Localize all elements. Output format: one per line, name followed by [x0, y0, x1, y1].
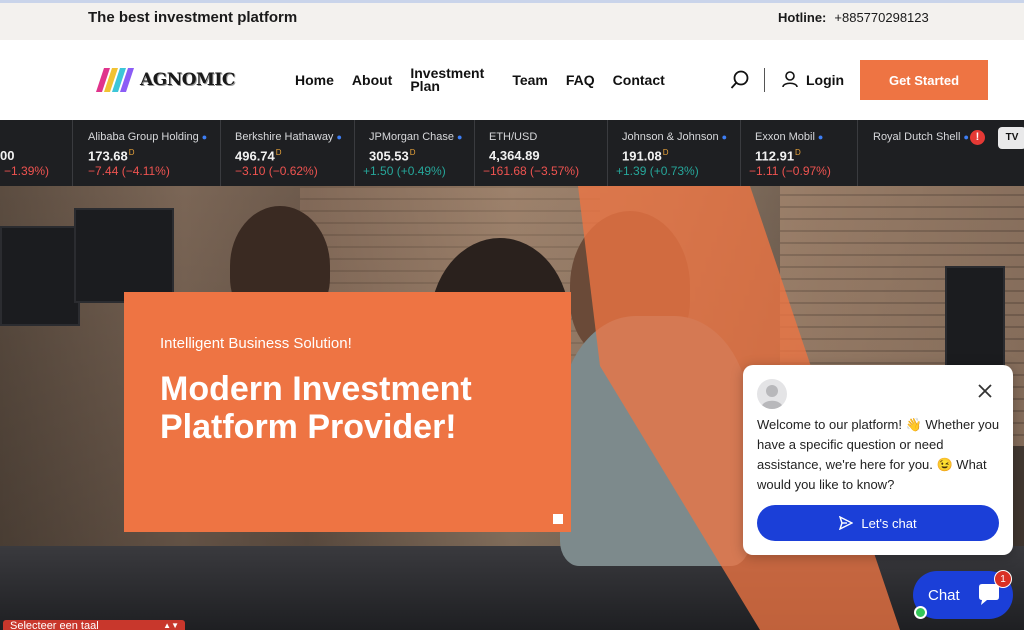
ticker-item[interactable]: Alibaba Group Holding ● 173.68D −7.44 (−4… [73, 120, 221, 186]
dot-icon: ● [817, 132, 824, 142]
hero-subtitle: Intelligent Business Solution! [160, 335, 352, 352]
tradingview-logo-icon[interactable]: TV [998, 127, 1024, 149]
ticker-price: 4,364.89 [489, 148, 540, 163]
nav-item-home[interactable]: Home [295, 73, 334, 87]
ticker-item[interactable]: JPMorgan Chase ● 305.53D +1.50 (+0.49%) [355, 120, 475, 186]
tagline: The best investment platform [88, 9, 298, 26]
ticker-name: Berkshire Hathaway ● [235, 131, 342, 143]
hotline: Hotline: +885770298123 [778, 10, 929, 25]
ticker-item[interactable]: Berkshire Hathaway ● 496.74D −3.10 (−0.62… [221, 120, 355, 186]
ticker-price-value: 305.53 [369, 148, 409, 164]
ticker-price-suffix: D [275, 148, 282, 157]
login-label: Login [806, 71, 845, 88]
search-icon[interactable] [730, 70, 750, 90]
lets-chat-label: Let's chat [861, 515, 917, 531]
ticker-price: 00 [0, 148, 15, 163]
nav-item-faq[interactable]: FAQ [566, 73, 595, 87]
ticker-name-text: Berkshire Hathaway [235, 131, 334, 143]
ticker-price: 305.53D [369, 148, 416, 163]
ticker-price: 173.68D [88, 148, 135, 163]
chat-launcher-label: Chat [928, 586, 960, 604]
online-status-icon [914, 606, 927, 619]
square-icon [553, 514, 563, 524]
ticker-name: Royal Dutch Shell ● [873, 131, 969, 143]
hero-title: Modern Investment Platform Provider! [160, 370, 472, 446]
dot-icon: ● [336, 132, 342, 142]
ticker-price-value: 191.08 [622, 148, 662, 164]
close-icon[interactable] [977, 383, 993, 399]
lets-chat-button[interactable]: Let's chat [757, 505, 999, 541]
ticker-name-text: Exxon Mobil [755, 131, 815, 143]
main-nav: AGNOMIC Home About Investment Plan Team … [0, 40, 1024, 120]
user-icon [782, 71, 798, 88]
ticker-change: +1.39 (+0.73%) [616, 164, 699, 178]
ticker-name: ETH/USD [489, 131, 538, 143]
ticker-name: JPMorgan Chase ● [369, 131, 462, 143]
send-icon [839, 516, 854, 530]
logo-text: AGNOMIC [140, 70, 235, 90]
ticker-change: −1.39%) [4, 164, 50, 178]
dot-icon: ● [721, 132, 728, 142]
agent-avatar [757, 379, 787, 409]
ticker-name: Exxon Mobil ● [755, 131, 823, 143]
ticker-price-suffix: D [662, 148, 669, 157]
language-selector-label: Selecteer een taal [10, 620, 99, 630]
ticker-change: −1.11 (−0.97%) [749, 164, 831, 178]
nav-item-about[interactable]: About [352, 73, 392, 87]
dot-icon: ● [201, 132, 208, 142]
nav-item-contact[interactable]: Contact [613, 73, 665, 87]
ticker-item[interactable]: Exxon Mobil ● 112.91D −1.11 (−0.97%) [741, 120, 858, 186]
ticker-name: Johnson & Johnson ● [622, 131, 727, 143]
ticker-change: −3.10 (−0.62%) [235, 164, 318, 178]
dot-icon: ● [457, 132, 463, 142]
ticker-price-suffix: D [409, 148, 416, 157]
ticker-name-text: Alibaba Group Holding [88, 131, 199, 143]
nav-item-investment-plan[interactable]: Investment Plan [410, 66, 494, 93]
ticker-price-value: 112.91 [755, 148, 795, 164]
ticker-name-text: Johnson & Johnson [622, 131, 719, 143]
hotline-label: Hotline: [778, 10, 827, 25]
hotline-number[interactable]: +885770298123 [834, 10, 928, 25]
logo[interactable]: AGNOMIC [96, 67, 235, 93]
ticker-item[interactable]: Johnson & Johnson ● 191.08D +1.39 (+0.73%… [608, 120, 741, 186]
ticker-price: 496.74D [235, 148, 282, 163]
alert-icon: ! [970, 130, 985, 145]
avatar-icon [761, 385, 783, 409]
login-link[interactable]: Login [782, 71, 844, 88]
ticker-name-text: Royal Dutch Shell [873, 131, 961, 143]
chat-welcome-message: Welcome to our platform! 👋 Whether you h… [757, 417, 1000, 492]
ticker-price-value: 496.74 [235, 148, 275, 164]
unread-count-badge: 1 [994, 570, 1012, 588]
ticker-price: 191.08D [622, 148, 669, 163]
nav-item-team[interactable]: Team [512, 73, 548, 87]
ticker-price-value: 173.68 [88, 148, 128, 164]
top-bar: The best investment platform Hotline: +88… [0, 0, 1024, 40]
logo-mark-icon [96, 68, 134, 92]
ticker-item[interactable]: ETH/USD 4,364.89 −161.68 (−3.57%) [475, 120, 608, 186]
dot-icon: ● [963, 132, 969, 142]
ticker-change: −161.68 (−3.57%) [483, 164, 580, 178]
select-arrows-icon: ▲▼ [163, 621, 179, 630]
ticker-change: +1.50 (+0.49%) [363, 164, 446, 178]
ticker-price-suffix: D [795, 148, 801, 157]
ticker-price: 112.91D [755, 148, 801, 163]
language-selector[interactable]: Selecteer een taal ▲▼ [3, 620, 185, 630]
nav-menu: Home About Investment Plan Team FAQ Cont… [295, 40, 683, 120]
ticker-price-suffix: D [128, 148, 135, 157]
hero-card: Intelligent Business Solution! Modern In… [124, 292, 571, 532]
get-started-button[interactable]: Get Started [860, 60, 988, 100]
ticker-change: −7.44 (−4.11%) [88, 164, 170, 178]
ticker-item[interactable]: 00 −1.39%) [0, 120, 73, 186]
ticker-name: Alibaba Group Holding ● [88, 131, 207, 143]
ticker-name-text: JPMorgan Chase [369, 131, 454, 143]
chat-welcome-popup: Welcome to our platform! 👋 Whether you h… [743, 365, 1013, 555]
nav-divider [764, 68, 765, 92]
stock-ticker: 00 −1.39%) Alibaba Group Holding ● 173.68… [0, 120, 1024, 186]
